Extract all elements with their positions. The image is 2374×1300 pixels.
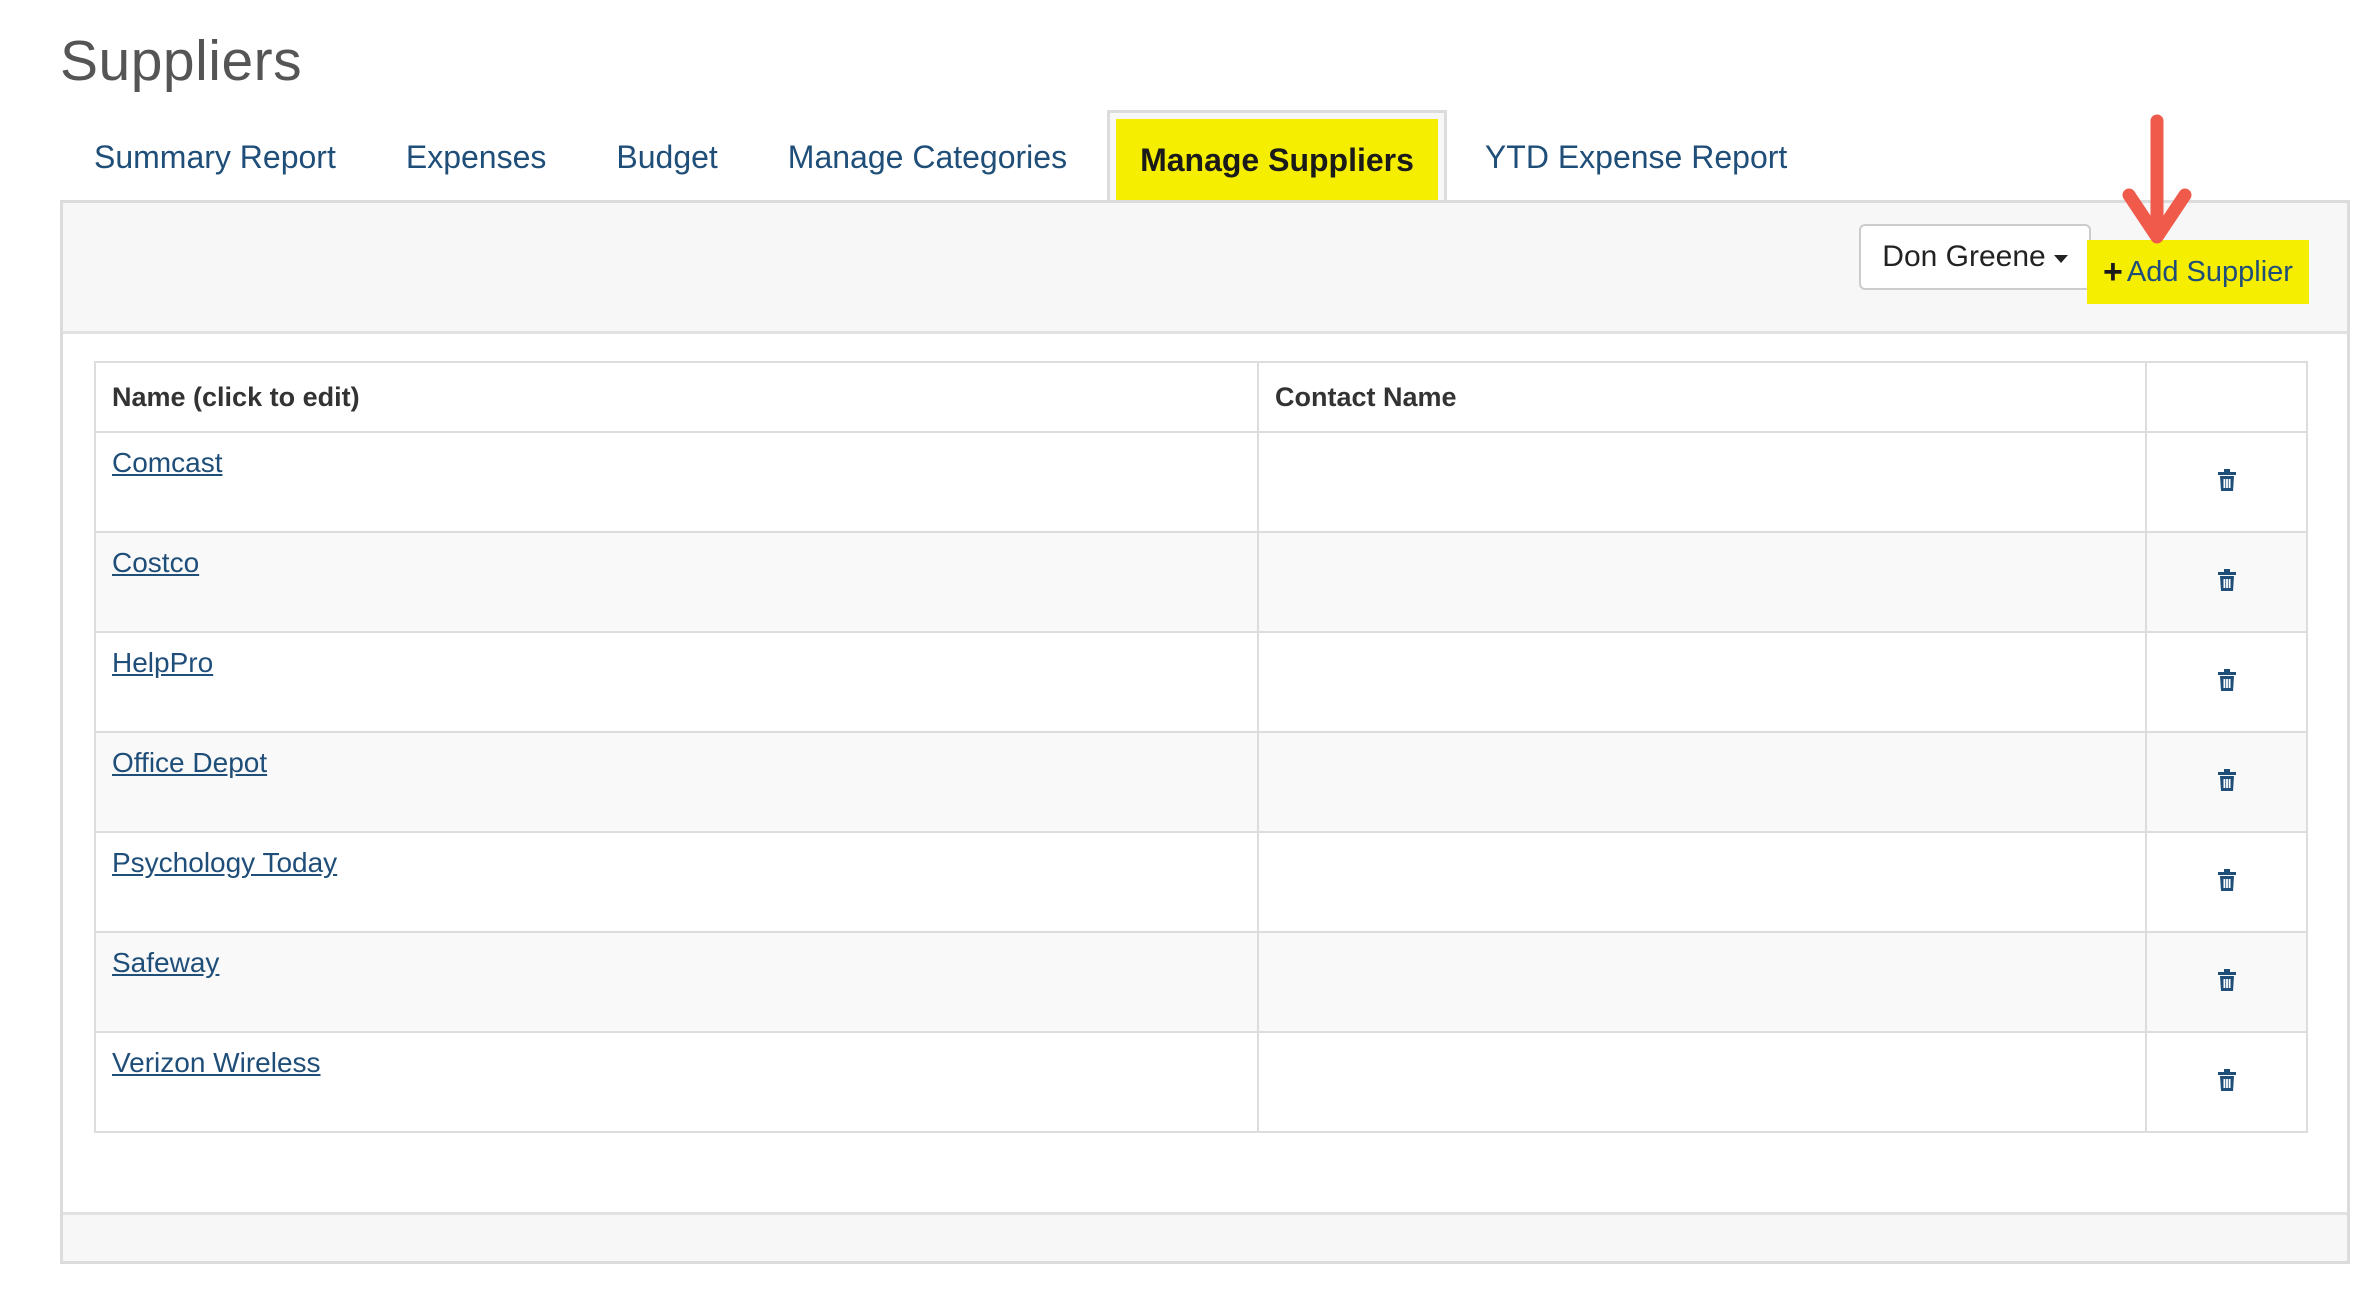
supplier-name-cell: Office Depot <box>94 731 1259 833</box>
supplier-name-cell: HelpPro <box>94 631 1259 733</box>
supplier-name-link[interactable]: Office Depot <box>112 747 267 778</box>
tab-label: YTD Expense Report <box>1484 138 1788 175</box>
trash-icon[interactable] <box>2217 869 2236 891</box>
tab-label: Manage Categories <box>787 138 1068 175</box>
caret-down-icon <box>2053 255 2068 263</box>
tab-label: Budget <box>616 138 718 175</box>
column-header-actions <box>2145 361 2308 433</box>
trash-icon[interactable] <box>2217 569 2236 591</box>
supplier-name-cell: Psychology Today <box>94 831 1259 933</box>
supplier-name-link[interactable]: Psychology Today <box>112 847 337 878</box>
delete-cell <box>2145 831 2308 933</box>
table-row: Comcast <box>94 431 2308 533</box>
add-supplier-label: Add Supplier <box>2126 255 2293 288</box>
tab-manage-categories[interactable]: Manage Categories <box>754 112 1103 202</box>
contact-name-cell <box>1257 831 2147 933</box>
table-row: Safeway <box>94 931 2308 1033</box>
tab-ytd-expense-report[interactable]: YTD Expense Report <box>1451 112 1823 202</box>
supplier-name-link[interactable]: Safeway <box>112 947 219 978</box>
contact-name-cell <box>1257 731 2147 833</box>
panel-footer <box>63 1212 2347 1261</box>
tab-label: Expenses <box>405 138 547 175</box>
supplier-name-cell: Comcast <box>94 431 1259 533</box>
delete-cell <box>2145 1031 2308 1133</box>
supplier-name-link[interactable]: Comcast <box>112 447 222 478</box>
tab-manage-suppliers[interactable]: Manage Suppliers <box>1107 110 1447 202</box>
table-row: Office Depot <box>94 731 2308 833</box>
plus-icon: + <box>2103 253 2123 291</box>
trash-icon[interactable] <box>2217 1069 2236 1091</box>
contact-name-cell <box>1257 631 2147 733</box>
contact-name-cell <box>1257 431 2147 533</box>
delete-cell <box>2145 531 2308 633</box>
table-row: Costco <box>94 531 2308 633</box>
supplier-name-cell: Safeway <box>94 931 1259 1033</box>
delete-cell <box>2145 631 2308 733</box>
tab-label: Summary Report <box>94 138 336 175</box>
tab-expenses[interactable]: Expenses <box>372 112 583 202</box>
suppliers-table: Name (click to edit) Contact Name Comcas… <box>94 361 2308 1133</box>
tab-bar: Summary Report Expenses Budget Manage Ca… <box>60 110 1823 202</box>
contact-name-cell <box>1257 931 2147 1033</box>
delete-cell <box>2145 431 2308 533</box>
column-header-contact: Contact Name <box>1257 361 2147 433</box>
tab-label: Manage Suppliers <box>1116 119 1438 202</box>
supplier-name-cell: Costco <box>94 531 1259 633</box>
supplier-name-link[interactable]: HelpPro <box>112 647 213 678</box>
supplier-name-link[interactable]: Verizon Wireless <box>112 1047 321 1078</box>
table-row: Verizon Wireless <box>94 1031 2308 1133</box>
table-row: HelpPro <box>94 631 2308 733</box>
column-header-name: Name (click to edit) <box>94 361 1259 433</box>
suppliers-panel: Don Greene + Add Supplier Name (click to… <box>60 114 2350 1264</box>
table-header-row: Name (click to edit) Contact Name <box>94 361 2308 433</box>
suppliers-table-wrap: Name (click to edit) Contact Name Comcas… <box>94 361 2308 1133</box>
user-dropdown-label: Don Greene <box>1882 240 2046 273</box>
panel-toolbar: Don Greene + Add Supplier <box>63 114 2347 334</box>
contact-name-cell <box>1257 1031 2147 1133</box>
user-dropdown[interactable]: Don Greene <box>1859 224 2091 290</box>
table-row: Psychology Today <box>94 831 2308 933</box>
contact-name-cell <box>1257 531 2147 633</box>
trash-icon[interactable] <box>2217 469 2236 491</box>
trash-icon[interactable] <box>2217 769 2236 791</box>
supplier-name-link[interactable]: Costco <box>112 547 199 578</box>
tab-budget[interactable]: Budget <box>582 112 753 202</box>
page-title: Suppliers <box>60 29 303 93</box>
delete-cell <box>2145 931 2308 1033</box>
delete-cell <box>2145 731 2308 833</box>
add-supplier-button[interactable]: + Add Supplier <box>2087 240 2309 304</box>
supplier-name-cell: Verizon Wireless <box>94 1031 1259 1133</box>
trash-icon[interactable] <box>2217 969 2236 991</box>
arrow-down-icon <box>2122 114 2192 244</box>
tab-summary-report[interactable]: Summary Report <box>60 112 372 202</box>
trash-icon[interactable] <box>2217 669 2236 691</box>
